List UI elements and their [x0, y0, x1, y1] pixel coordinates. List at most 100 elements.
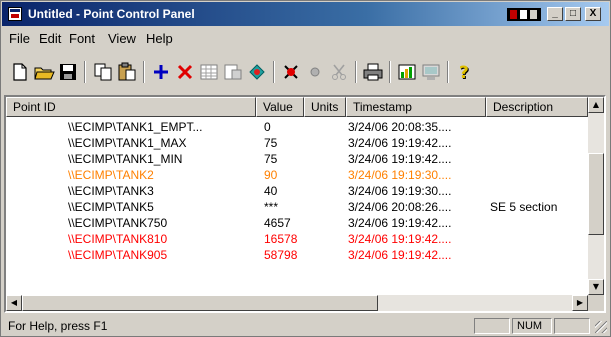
description-cell	[490, 167, 588, 183]
timestamp-cell: 3/24/06 19:19:42....	[348, 232, 452, 246]
table-row[interactable]: \\ECIMP\TANK1_MIN 75 3/24/06 19:19:42....	[6, 151, 588, 167]
table-row[interactable]: \\ECIMP\TANK2 90 3/24/06 19:19:30....	[6, 167, 588, 183]
point-id-cell: \\ECIMP\TANK1_MAX	[68, 136, 187, 150]
paste-icon[interactable]	[116, 61, 138, 83]
timestamp-cell: 3/24/06 19:19:42....	[348, 152, 452, 166]
main-window: Untitled - Point Control Panel _ □ X Fil…	[0, 0, 611, 337]
scroll-corner	[588, 295, 604, 311]
menu-edit[interactable]: Edit	[39, 31, 61, 46]
app-icon	[8, 7, 22, 21]
window-title: Untitled - Point Control Panel	[28, 7, 195, 21]
horizontal-scroll-thumb[interactable]	[22, 295, 378, 311]
table-row[interactable]: \\ECIMP\TANK905 58798 3/24/06 19:19:42....	[6, 247, 588, 263]
value-cell: 16578	[264, 232, 298, 246]
svg-text:?: ?	[459, 63, 469, 83]
status-help-text: For Help, press F1	[8, 319, 108, 333]
timestamp-cell: 3/24/06 20:08:35....	[348, 120, 452, 134]
menu-help[interactable]: Help	[146, 31, 173, 46]
menu-font[interactable]: Font	[69, 31, 95, 46]
table-row[interactable]: \\ECIMP\TANK5 *** 3/24/06 20:08:26.... SE 5…	[6, 199, 588, 215]
description-cell	[490, 183, 588, 199]
add-icon[interactable]	[150, 61, 172, 83]
scroll-down-arrow-icon[interactable]: ▼	[588, 279, 604, 295]
properties-icon[interactable]	[222, 61, 244, 83]
toolbar-separator	[143, 61, 145, 83]
toolbar-separator	[389, 61, 391, 83]
save-icon[interactable]	[57, 61, 79, 83]
vertical-scrollbar[interactable]: ▲ ▼	[588, 97, 604, 295]
open-icon[interactable]	[33, 61, 55, 83]
timestamp-cell: 3/24/06 19:19:30....	[348, 168, 452, 182]
minimize-button[interactable]: _	[547, 7, 563, 21]
table-row[interactable]: \\ECIMP\TANK1_MAX 75 3/24/06 19:19:42....	[6, 135, 588, 151]
point-id-cell: \\ECIMP\TANK905	[68, 248, 168, 262]
description-cell	[490, 151, 588, 167]
point-id-cell: \\ECIMP\TANK1_EMPT...	[68, 120, 203, 134]
scroll-right-arrow-icon[interactable]: ▶	[572, 295, 588, 311]
table-row[interactable]: \\ECIMP\TANK3 40 3/24/06 19:19:30....	[6, 183, 588, 199]
toolbar: ??	[2, 53, 609, 89]
description-cell	[490, 231, 588, 247]
resize-grip-icon[interactable]	[595, 321, 607, 333]
header-description[interactable]: Description	[486, 97, 588, 117]
list-header: Point ID Value Units Timestamp Descripti…	[6, 97, 588, 117]
value-cell: 4657	[264, 216, 291, 230]
status-bar: For Help, press F1 NUM	[2, 317, 609, 335]
table-row[interactable]: \\ECIMP\TANK810 16578 3/24/06 19:19:42....	[6, 231, 588, 247]
point-id-cell: \\ECIMP\TANK750	[68, 216, 168, 230]
point-id-cell: \\ECIMP\TANK3	[68, 184, 154, 198]
vertical-scroll-thumb[interactable]	[588, 153, 604, 235]
cut-icon[interactable]	[328, 61, 350, 83]
help-icon[interactable]: ??	[454, 61, 476, 84]
value-cell: 58798	[264, 248, 298, 262]
maximize-button[interactable]: □	[565, 7, 581, 21]
toolbar-separator	[84, 61, 86, 83]
scroll-up-arrow-icon[interactable]: ▲	[588, 97, 604, 113]
point-id-cell: \\ECIMP\TANK1_MIN	[68, 152, 183, 166]
value-cell: 0	[264, 120, 271, 134]
description-cell	[490, 119, 588, 135]
timestamp-cell: 3/24/06 19:19:30....	[348, 184, 452, 198]
timestamp-cell: 3/24/06 20:08:26....	[348, 200, 452, 214]
copy-icon[interactable]	[92, 61, 114, 83]
timestamp-cell: 3/24/06 19:19:42....	[348, 216, 452, 230]
description-cell	[490, 135, 588, 151]
circle-icon[interactable]	[304, 61, 326, 83]
status-panel-empty	[554, 318, 590, 334]
menu-file[interactable]: File	[9, 31, 30, 46]
vendor-logo-icon	[507, 8, 541, 21]
status-panel-empty	[474, 318, 510, 334]
header-value[interactable]: Value	[256, 97, 304, 117]
header-point-id[interactable]: Point ID	[6, 97, 256, 117]
header-units[interactable]: Units	[304, 97, 346, 117]
table-row[interactable]: \\ECIMP\TANK1_EMPT... 0 3/24/06 20:08:35..…	[6, 119, 588, 135]
new-icon[interactable]	[9, 61, 31, 83]
print-icon[interactable]	[362, 61, 384, 83]
toolbar-separator	[355, 61, 357, 83]
menu-view[interactable]: View	[108, 31, 136, 46]
delete-icon[interactable]	[174, 61, 196, 83]
value-cell: 90	[264, 168, 278, 182]
value-cell: 75	[264, 152, 278, 166]
toolbar-separator	[447, 61, 449, 83]
value-cell: ***	[264, 200, 279, 214]
grid-icon[interactable]	[198, 61, 220, 83]
point-list[interactable]: Point ID Value Units Timestamp Descripti…	[4, 95, 606, 313]
close-button[interactable]: X	[585, 7, 601, 21]
header-timestamp[interactable]: Timestamp	[346, 97, 486, 117]
monitor-icon[interactable]	[420, 61, 442, 83]
toolbar-separator	[273, 61, 275, 83]
description-cell: SE 5 section	[490, 200, 558, 214]
chart-icon[interactable]	[396, 61, 418, 83]
description-cell	[490, 247, 588, 263]
description-cell	[490, 215, 588, 231]
title-bar[interactable]: Untitled - Point Control Panel _ □ X	[2, 2, 609, 26]
horizontal-scrollbar[interactable]: ◀ ▶	[6, 295, 588, 311]
point-id-cell: \\ECIMP\TANK810	[68, 232, 168, 246]
timestamp-cell: 3/24/06 19:19:42....	[348, 136, 452, 150]
stop-icon[interactable]	[280, 61, 302, 83]
table-row[interactable]: \\ECIMP\TANK750 4657 3/24/06 19:19:42....	[6, 215, 588, 231]
scroll-left-arrow-icon[interactable]: ◀	[6, 295, 22, 311]
point-id-cell: \\ECIMP\TANK5	[68, 200, 154, 214]
refresh-icon[interactable]	[246, 61, 268, 83]
